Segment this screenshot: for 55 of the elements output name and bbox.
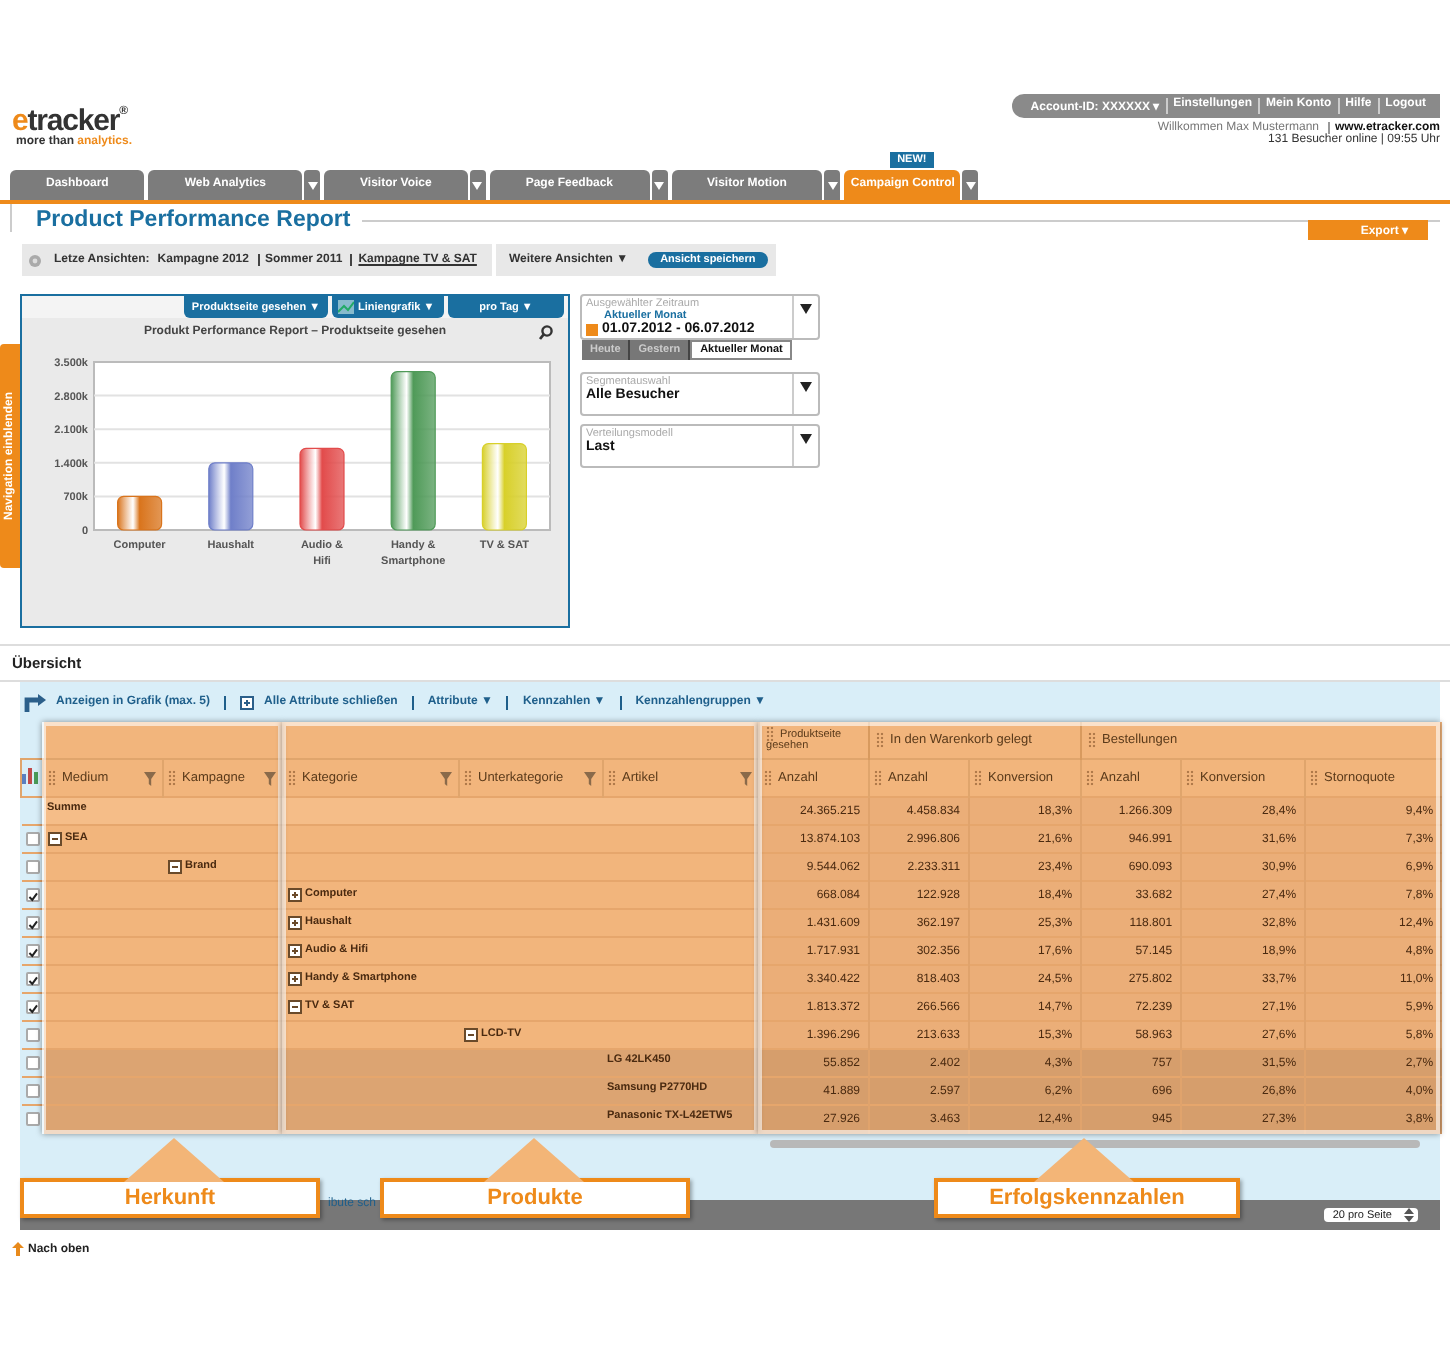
- row-checkbox[interactable]: [25, 859, 39, 874]
- page-title: Product Performance Report: [34, 208, 351, 232]
- select-arrows-icon: [1404, 1208, 1414, 1222]
- tab-menu-button[interactable]: [824, 170, 841, 200]
- caret-icon: [654, 181, 665, 189]
- collapse-icon[interactable]: [463, 1027, 477, 1042]
- callout-pointer: [1034, 1138, 1134, 1182]
- zoom-icon[interactable]: [538, 324, 554, 340]
- corner-arrow-icon: [24, 693, 46, 711]
- filter-icon[interactable]: [584, 772, 596, 786]
- filter-icon[interactable]: [740, 772, 753, 786]
- row-checkbox[interactable]: [25, 915, 39, 930]
- collapse-icon[interactable]: [287, 999, 301, 1014]
- horizontal-scrollbar[interactable]: [770, 1140, 1420, 1148]
- line-chart-icon: [338, 300, 354, 314]
- caret-icon: [800, 434, 812, 444]
- caret-icon: [827, 181, 838, 189]
- row-checkbox[interactable]: [25, 887, 39, 902]
- caret-icon: [965, 181, 976, 189]
- caret-icon: [800, 304, 812, 314]
- caret-icon: [800, 382, 812, 392]
- row-checkbox[interactable]: [25, 1112, 39, 1127]
- row-checkbox[interactable]: [25, 1027, 39, 1042]
- expand-icon[interactable]: [287, 971, 301, 986]
- row-checkbox[interactable]: [25, 1083, 39, 1098]
- tab-menu-button[interactable]: [651, 170, 668, 200]
- expand-icon: [240, 695, 255, 709]
- tab-menu-button[interactable]: [962, 170, 979, 200]
- expand-icon[interactable]: [287, 887, 301, 902]
- row-checkbox[interactable]: [25, 831, 39, 846]
- caret-icon: [472, 181, 483, 189]
- row-checkbox[interactable]: [25, 943, 39, 958]
- caret-icon: [307, 181, 318, 189]
- callout-pointer: [484, 1138, 584, 1182]
- expand-icon[interactable]: [287, 915, 301, 930]
- tab-menu-button[interactable]: [469, 170, 486, 200]
- up-arrow-icon: [12, 1242, 24, 1256]
- collapse-icon[interactable]: [167, 859, 181, 874]
- filter-icon[interactable]: [440, 772, 452, 786]
- filter-icon[interactable]: [264, 772, 276, 786]
- expand-icon[interactable]: [287, 943, 301, 958]
- bar[interactable]: [390, 371, 436, 531]
- info-icon: [28, 253, 42, 267]
- bar[interactable]: [208, 462, 254, 531]
- bar[interactable]: [117, 495, 163, 531]
- row-checkbox[interactable]: [25, 1055, 39, 1070]
- tab-menu-button[interactable]: [304, 170, 321, 200]
- filter-icon[interactable]: [144, 772, 156, 786]
- bar[interactable]: [299, 447, 345, 531]
- chart-icon[interactable]: [23, 768, 40, 784]
- callout-pointer: [124, 1138, 224, 1182]
- row-checkbox[interactable]: [25, 971, 39, 986]
- collapse-icon[interactable]: [47, 831, 61, 846]
- date-color-icon: [586, 323, 598, 335]
- row-checkbox[interactable]: [25, 999, 39, 1014]
